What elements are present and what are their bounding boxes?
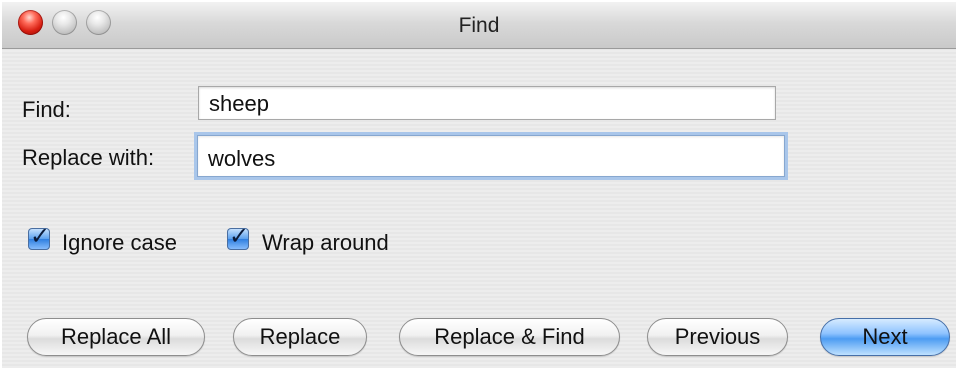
checkmark-icon: ✓ <box>229 222 250 250</box>
title-bar[interactable]: Find <box>2 2 956 49</box>
replace-all-button[interactable]: Replace All <box>27 318 205 356</box>
replace-with-label: Replace with: <box>22 145 155 170</box>
replace-with-input[interactable] <box>197 135 785 177</box>
window-title: Find <box>458 14 500 37</box>
ignore-case-label[interactable]: Ignore case <box>62 230 177 256</box>
previous-button[interactable]: Previous <box>647 318 788 356</box>
find-input[interactable] <box>198 86 776 120</box>
replace-and-find-button[interactable]: Replace & Find <box>399 318 620 356</box>
replace-button[interactable]: Replace <box>233 318 367 356</box>
find-dialog-window: Find Find: Replace with: ✓ Ignore case ✓… <box>2 2 956 368</box>
checkmark-icon: ✓ <box>30 222 51 250</box>
find-label: Find: <box>22 97 71 122</box>
next-button[interactable]: Next <box>820 318 950 356</box>
ignore-case-checkbox[interactable]: ✓ <box>28 222 50 250</box>
wrap-around-checkbox[interactable]: ✓ <box>227 222 249 250</box>
wrap-around-label[interactable]: Wrap around <box>262 230 389 256</box>
